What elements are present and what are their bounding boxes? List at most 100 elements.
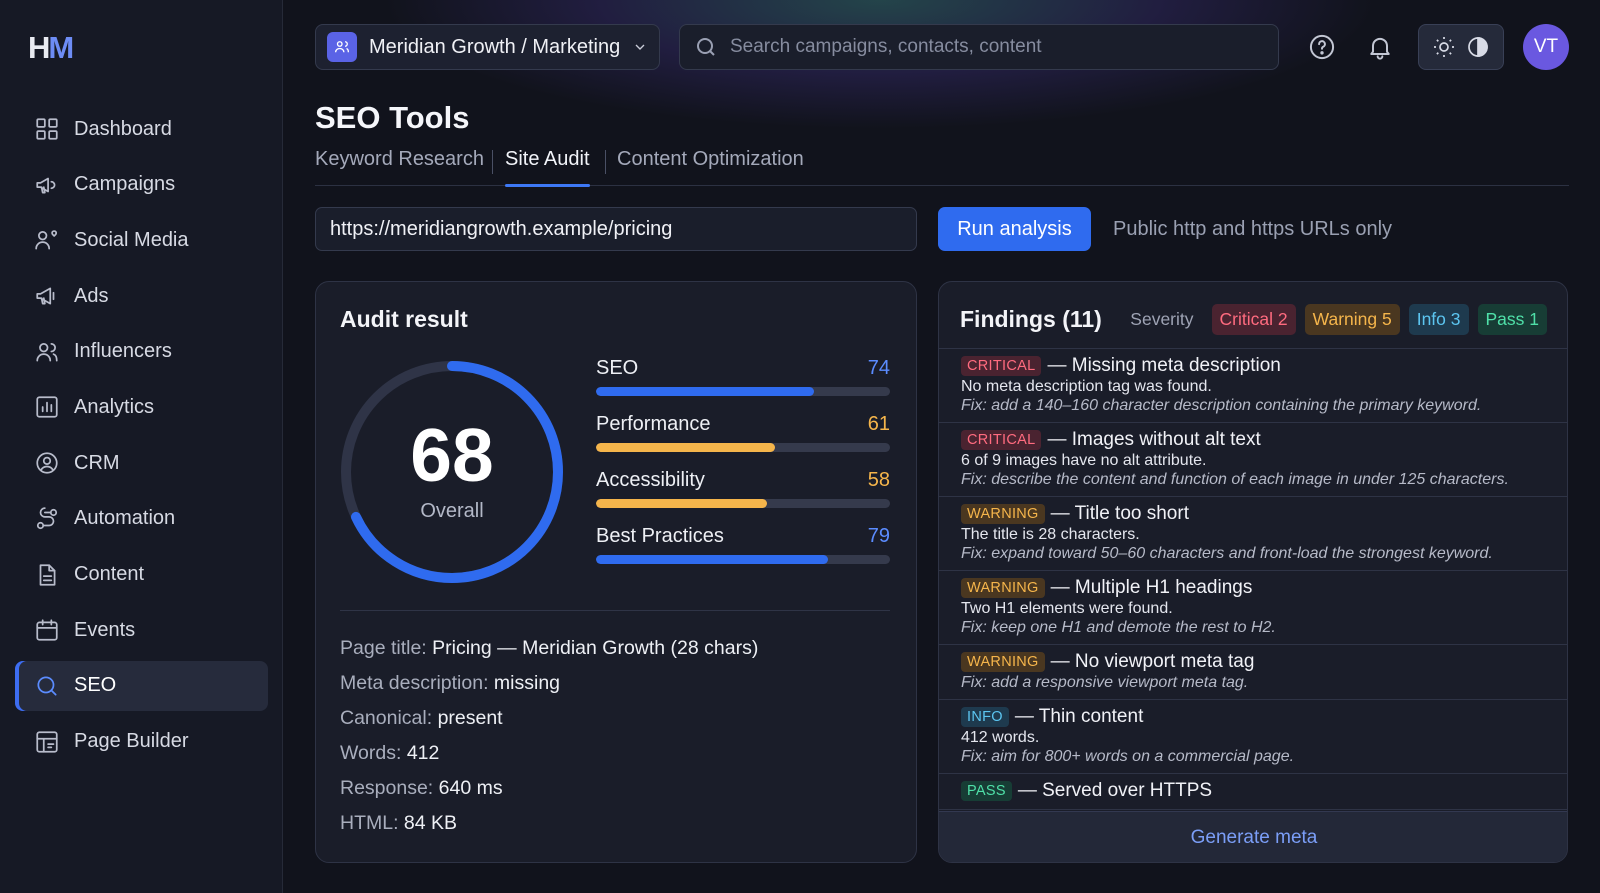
global-search[interactable] bbox=[679, 24, 1279, 70]
app-logo[interactable]: HM bbox=[28, 30, 74, 66]
sidebar-item-analytics[interactable]: Analytics bbox=[15, 382, 268, 432]
help-icon[interactable] bbox=[1308, 33, 1336, 61]
metric-best-practices: Best Practices 79 bbox=[596, 525, 890, 564]
automation-icon bbox=[34, 506, 60, 532]
filter-critical-chip[interactable]: Critical 2 bbox=[1211, 304, 1296, 335]
workspace-switcher[interactable]: Meridian Growth / Marketing bbox=[315, 24, 660, 70]
sidebar-item-crm[interactable]: CRM bbox=[15, 438, 268, 488]
tab-divider bbox=[605, 150, 606, 174]
finding-detail: The title is 28 characters. bbox=[961, 526, 1140, 543]
severity-badge: WARNING bbox=[961, 504, 1045, 524]
run-analysis-button[interactable]: Run analysis bbox=[938, 207, 1091, 251]
finding-item[interactable]: WARNING — No viewport meta tag Fix: add a… bbox=[939, 645, 1567, 700]
metric-bar bbox=[596, 555, 890, 564]
sidebar-item-content[interactable]: Content bbox=[15, 550, 268, 600]
tab-bar: Keyword Research Site Audit Content Opti… bbox=[315, 148, 1569, 187]
finding-fix: Fix: keep one H1 and demote the rest to … bbox=[961, 619, 1276, 636]
finding-fix: Fix: add a 140–160 character description… bbox=[961, 397, 1482, 414]
finding-title: — Thin content bbox=[1014, 706, 1144, 727]
finding-item[interactable]: WARNING — Title too short The title is 28… bbox=[939, 497, 1567, 571]
metric-accessibility: Accessibility 58 bbox=[596, 469, 890, 508]
finding-title: — Title too short bbox=[1050, 503, 1189, 524]
sidebar-item-label: SEO bbox=[74, 674, 117, 697]
calendar-icon bbox=[34, 617, 60, 643]
metric-name: Accessibility bbox=[596, 469, 705, 491]
tab-divider bbox=[492, 150, 493, 174]
findings-card: Findings (11) Severity Critical 2 Warnin… bbox=[938, 281, 1568, 863]
url-input[interactable] bbox=[315, 207, 917, 251]
sidebar-item-events[interactable]: Events bbox=[15, 605, 268, 655]
tab-keyword-research[interactable]: Keyword Research bbox=[315, 148, 484, 186]
users-icon bbox=[34, 339, 60, 365]
finding-detail: 412 words. bbox=[961, 729, 1040, 746]
finding-item[interactable]: CRITICAL — Images without alt text 6 of 9… bbox=[939, 423, 1567, 497]
fact-page-title: Page title: Pricing — Meridian Growth (2… bbox=[340, 637, 759, 659]
search-input[interactable] bbox=[730, 36, 1250, 58]
megaphone-icon bbox=[34, 172, 60, 198]
filter-pass-chip[interactable]: Pass 1 bbox=[1477, 304, 1547, 335]
theme-toggle[interactable] bbox=[1418, 24, 1504, 70]
filter-info-chip[interactable]: Info 3 bbox=[1408, 304, 1469, 335]
document-icon bbox=[34, 562, 60, 588]
overall-label: Overall bbox=[420, 500, 484, 522]
audit-title: Audit result bbox=[340, 306, 468, 332]
generate-meta-button[interactable]: Generate meta bbox=[939, 811, 1567, 862]
team-icon bbox=[327, 32, 357, 62]
finding-title: — Served over HTTPS bbox=[1017, 780, 1213, 801]
finding-title: — No viewport meta tag bbox=[1050, 651, 1255, 672]
sidebar-item-campaigns[interactable]: Campaigns bbox=[15, 160, 268, 210]
chevron-down-icon bbox=[635, 44, 645, 50]
severity-badge: PASS bbox=[961, 781, 1012, 801]
finding-fix: Fix: describe the content and function o… bbox=[961, 471, 1509, 488]
tab-content-optimization[interactable]: Content Optimization bbox=[617, 148, 804, 186]
sidebar-item-label: Analytics bbox=[74, 395, 155, 418]
workspace-name: Meridian Growth / Marketing bbox=[369, 35, 621, 58]
sidebar-item-label: Social Media bbox=[74, 228, 189, 251]
sidebar-item-page-builder[interactable]: Page Builder bbox=[15, 717, 268, 767]
layout-icon bbox=[34, 729, 60, 755]
sidebar-item-dashboard[interactable]: Dashboard bbox=[15, 104, 268, 154]
severity-badge: WARNING bbox=[961, 578, 1045, 598]
metric-performance: Performance 61 bbox=[596, 413, 890, 452]
finding-item[interactable]: PASS — Served over HTTPS bbox=[939, 774, 1567, 810]
fact-html-size: HTML: 84 KB bbox=[340, 812, 458, 834]
finding-item[interactable]: INFO — Thin content 412 words. Fix: aim f… bbox=[939, 700, 1567, 774]
metric-seo: SEO 74 bbox=[596, 357, 890, 396]
metric-value: 58 bbox=[867, 469, 890, 491]
page-title: SEO Tools bbox=[315, 100, 470, 135]
audit-result-card: Audit result 68 Overall SEO 74 Performan… bbox=[315, 281, 917, 863]
metric-bar-fill bbox=[596, 499, 767, 508]
contrast-icon[interactable] bbox=[1466, 35, 1490, 59]
sidebar-nav: Dashboard Campaigns Social Media Ads Inf… bbox=[15, 104, 268, 772]
finding-item[interactable]: WARNING — Multiple H1 headings Two H1 ele… bbox=[939, 571, 1567, 645]
grid-icon bbox=[34, 116, 60, 142]
megaphone-icon bbox=[34, 283, 60, 309]
severity-badge: CRITICAL bbox=[961, 356, 1042, 376]
severity-badge: WARNING bbox=[961, 652, 1045, 672]
sidebar-item-automation[interactable]: Automation bbox=[15, 494, 268, 544]
sun-icon[interactable] bbox=[1432, 35, 1456, 59]
sidebar-item-social-media[interactable]: Social Media bbox=[15, 215, 268, 265]
metric-bar-fill bbox=[596, 443, 776, 452]
findings-list[interactable]: CRITICAL — Missing meta description No me… bbox=[939, 348, 1567, 811]
finding-title: — Multiple H1 headings bbox=[1050, 577, 1253, 598]
tab-site-audit[interactable]: Site Audit bbox=[505, 148, 590, 187]
finding-detail: No meta description tag was found. bbox=[961, 378, 1212, 395]
sidebar-item-label: Automation bbox=[74, 507, 176, 530]
finding-item[interactable]: CRITICAL — Missing meta description No me… bbox=[939, 349, 1567, 423]
sidebar-item-ads[interactable]: Ads bbox=[15, 271, 268, 321]
bell-icon[interactable] bbox=[1366, 33, 1394, 61]
finding-detail: 6 of 9 images have no alt attribute. bbox=[961, 452, 1207, 469]
search-icon bbox=[697, 38, 715, 56]
metric-bar-fill bbox=[596, 387, 814, 396]
sidebar-item-influencers[interactable]: Influencers bbox=[15, 327, 268, 377]
divider bbox=[340, 610, 890, 611]
avatar[interactable]: VT bbox=[1523, 24, 1569, 70]
url-hint: Public http and https URLs only bbox=[1113, 218, 1393, 240]
filter-warning-chip[interactable]: Warning 5 bbox=[1304, 304, 1400, 335]
finding-title: — Images without alt text bbox=[1047, 429, 1261, 450]
sidebar-item-label: Content bbox=[74, 563, 145, 585]
sidebar-item-seo[interactable]: SEO bbox=[15, 660, 268, 711]
finding-fix: Fix: expand toward 50–60 characters and … bbox=[961, 545, 1493, 562]
sidebar-item-label: Influencers bbox=[74, 340, 172, 363]
